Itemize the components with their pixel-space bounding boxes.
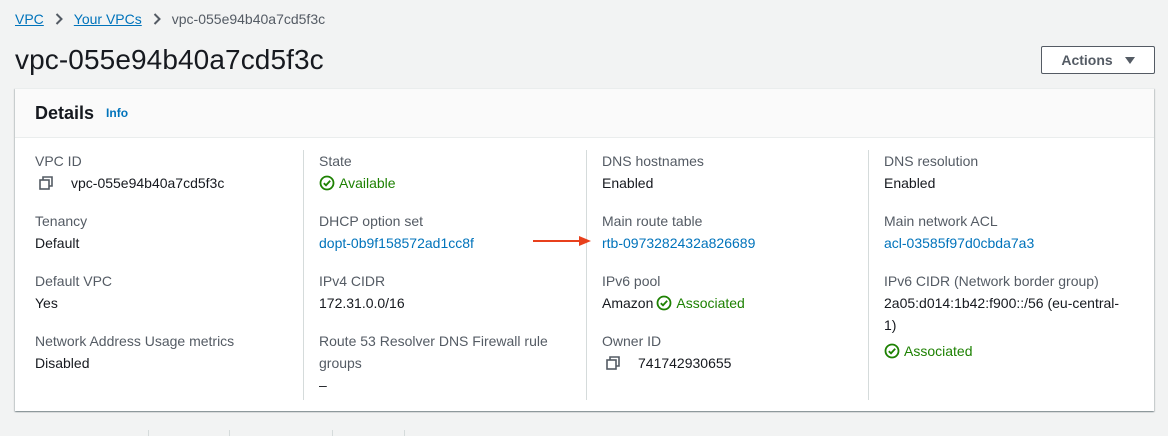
status-positive-icon: [319, 175, 335, 191]
ipv6-cidr-status-text: Associated: [904, 343, 973, 359]
red-arrow: [533, 236, 591, 246]
main-route-table-label: Main route table: [602, 213, 703, 229]
details-column-1: VPC ID vpc-055e94b40a7cd5f3c Tenancy Def…: [35, 150, 301, 400]
owner-id-label: Owner ID: [602, 333, 662, 349]
details-column-4: DNS resolution Enabled Main network ACL …: [868, 150, 1154, 400]
breadcrumb: VPC Your VPCs vpc-055e94b40a7cd5f3c: [15, 9, 325, 29]
details-column-3: DNS hostnames Enabled Main route table r…: [586, 150, 869, 400]
route53-firewall-value: –: [319, 377, 327, 393]
nau-metrics-label: Network Address Usage metrics: [35, 333, 235, 349]
dns-hostnames-field: DNS hostnames Enabled: [602, 150, 854, 194]
default-vpc-value: Yes: [35, 295, 58, 311]
dns-hostnames-value: Enabled: [602, 175, 654, 191]
ipv6-cidr-value-line1: 2a05:d014:1b42:f900::/56 (eu-central-: [884, 295, 1120, 311]
nau-metrics-field: Network Address Usage metrics Disabled: [35, 330, 301, 374]
breadcrumb-current: vpc-055e94b40a7cd5f3c: [171, 11, 326, 27]
breadcrumb-your-vpcs-link[interactable]: Your VPCs: [74, 11, 142, 27]
page-title: vpc-055e94b40a7cd5f3c: [15, 44, 324, 75]
vpc-id-label: VPC ID: [35, 153, 82, 169]
route53-firewall-label-line2: groups: [319, 355, 362, 371]
state-value: Available: [339, 175, 396, 191]
tab-divider: [229, 430, 230, 436]
tab-divider: [332, 430, 333, 436]
copy-icon[interactable]: [39, 176, 53, 190]
owner-id-value: 741742930655: [638, 355, 732, 371]
state-field: State Available: [319, 150, 571, 197]
main-route-table-field: Main route table rtb-0973282432a826689: [602, 210, 854, 254]
caret-down-icon: [1124, 56, 1135, 64]
ipv6-cidr-value-line2: 1): [884, 317, 897, 333]
vpc-id-value: vpc-055e94b40a7cd5f3c: [71, 175, 225, 191]
actions-label: Actions: [1061, 52, 1113, 68]
copy-icon[interactable]: [606, 356, 620, 370]
tenancy-value: Default: [35, 235, 80, 251]
dns-resolution-field: DNS resolution Enabled: [884, 150, 1139, 194]
info-link[interactable]: Info: [106, 106, 128, 120]
tenancy-field: Tenancy Default: [35, 210, 301, 254]
ipv4-cidr-field: IPv4 CIDR 172.31.0.0/16: [319, 270, 571, 314]
dhcp-label: DHCP option set: [319, 213, 424, 229]
tab-dividers: [0, 430, 420, 436]
default-vpc-label: Default VPC: [35, 273, 113, 289]
details-column-2: State Available DHCP option set dopt-0b9…: [303, 150, 586, 400]
details-panel: Details Info VPC ID vpc-055e94b40a7cd5f3…: [15, 88, 1154, 411]
details-columns: VPC ID vpc-055e94b40a7cd5f3c Tenancy Def…: [15, 150, 1154, 400]
tab-divider: [404, 430, 405, 436]
tenancy-label: Tenancy: [35, 213, 88, 229]
main-network-acl-label: Main network ACL: [884, 213, 998, 229]
vpc-id-field: VPC ID vpc-055e94b40a7cd5f3c: [35, 150, 301, 194]
breadcrumb-vpc-link[interactable]: VPC: [15, 11, 44, 27]
details-header: Details Info: [15, 89, 1154, 138]
dns-resolution-value: Enabled: [884, 175, 936, 191]
status-positive-icon: [656, 295, 672, 311]
ipv6-pool-label: IPv6 pool: [602, 273, 661, 289]
ipv6-pool-status-text: Associated: [676, 295, 745, 311]
ipv6-pool-field: IPv6 pool Amazon Associated: [602, 270, 854, 314]
route53-firewall-field: Route 53 Resolver DNS Firewall rule grou…: [319, 330, 571, 396]
dns-hostnames-label: DNS hostnames: [602, 153, 704, 169]
tab-divider: [148, 430, 149, 436]
owner-id-field: Owner ID 741742930655: [602, 330, 854, 374]
main-route-table-link[interactable]: rtb-0973282432a826689: [602, 232, 854, 254]
ipv6-pool-status: Associated: [656, 292, 745, 314]
details-title: Details: [35, 102, 95, 123]
ipv6-cidr-label: IPv6 CIDR (Network border group): [884, 273, 1099, 289]
route53-firewall-label-line1: Route 53 Resolver DNS Firewall rule: [319, 333, 548, 349]
ipv6-pool-value: Amazon: [602, 295, 654, 311]
state-label: State: [319, 153, 352, 169]
status-positive-icon: [884, 343, 900, 359]
main-network-acl-link[interactable]: acl-03585f97d0cbda7a3: [884, 232, 1139, 254]
ipv6-cidr-status: Associated: [884, 340, 972, 362]
chevron-right-icon: [55, 13, 63, 25]
chevron-right-icon: [153, 13, 161, 25]
default-vpc-field: Default VPC Yes: [35, 270, 301, 314]
main-network-acl-field: Main network ACL acl-03585f97d0cbda7a3: [884, 210, 1139, 254]
ipv4-cidr-value: 172.31.0.0/16: [319, 295, 405, 311]
state-status: Available: [319, 172, 396, 194]
ipv6-cidr-field: IPv6 CIDR (Network border group) 2a05:d0…: [884, 270, 1139, 365]
ipv4-cidr-label: IPv4 CIDR: [319, 273, 386, 289]
nau-metrics-value: Disabled: [35, 355, 90, 371]
dns-resolution-label: DNS resolution: [884, 153, 979, 169]
actions-button[interactable]: Actions: [1041, 46, 1155, 74]
